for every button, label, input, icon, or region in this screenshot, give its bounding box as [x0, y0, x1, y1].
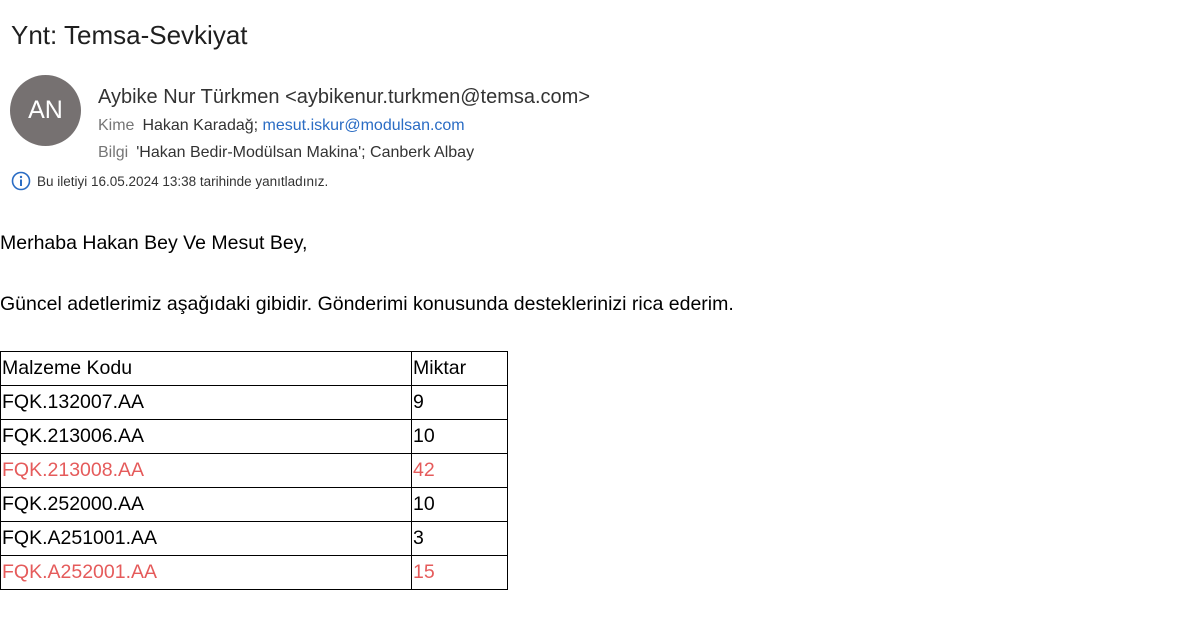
header-material-code: Malzeme Kodu — [0, 351, 412, 386]
material-code-cell: FQK.132007.AA — [0, 385, 412, 420]
email-subject: Ynt: Temsa-Sevkiyat — [11, 20, 248, 50]
table-row: FQK.213006.AA 10 — [0, 419, 508, 454]
material-code-cell: FQK.A251001.AA — [0, 521, 412, 556]
replied-info-text: Bu iletiyi 16.05.2024 13:38 tarihinde ya… — [37, 173, 329, 189]
replied-info-bar: Bu iletiyi 16.05.2024 13:38 tarihinde ya… — [11, 171, 328, 191]
avatar-initials: AN — [28, 96, 63, 124]
header-quantity: Miktar — [411, 351, 508, 386]
info-icon — [11, 171, 31, 191]
material-code-cell: FQK.A252001.AA — [0, 555, 412, 590]
body-paragraph: Güncel adetlerimiz aşağıdaki gibidir. Gö… — [0, 293, 734, 315]
material-code-cell: FQK.213006.AA — [0, 419, 412, 454]
greeting-text: Merhaba Hakan Bey Ve Mesut Bey, — [0, 232, 308, 254]
to-line: Kime Hakan Karadağ; mesut.iskur@modulsan.… — [98, 115, 465, 137]
table-row: FQK.A252001.AA 15 — [0, 555, 508, 590]
cc-line: Bilgi 'Hakan Bedir-Modülsan Makina'; Canb… — [98, 142, 474, 164]
to-label: Kime — [98, 117, 135, 134]
cc-recipients[interactable]: 'Hakan Bedir-Modülsan Makina'; Canberk A… — [136, 144, 474, 161]
quantity-cell: 10 — [411, 419, 508, 454]
avatar[interactable]: AN — [10, 75, 81, 146]
material-code-cell: FQK.252000.AA — [0, 487, 412, 522]
sender-name[interactable]: Aybike Nur Türkmen <aybikenur.turkmen@te… — [98, 84, 590, 110]
quantity-cell: 15 — [411, 555, 508, 590]
to-recipient[interactable]: Hakan Karadağ; — [142, 117, 258, 134]
table-row: FQK.252000.AA 10 — [0, 487, 508, 522]
quantity-cell: 42 — [411, 453, 508, 488]
table-header-row: Malzeme Kodu Miktar — [0, 351, 508, 386]
table-row: FQK.213008.AA 42 — [0, 453, 508, 488]
quantity-cell: 3 — [411, 521, 508, 556]
material-code-cell: FQK.213008.AA — [0, 453, 412, 488]
to-recipient-link[interactable]: mesut.iskur@modulsan.com — [263, 117, 465, 134]
quantity-cell: 10 — [411, 487, 508, 522]
table-row: FQK.A251001.AA 3 — [0, 521, 508, 556]
cc-label: Bilgi — [98, 144, 129, 161]
quantity-cell: 9 — [411, 385, 508, 420]
table-row: FQK.132007.AA 9 — [0, 385, 508, 420]
items-table: Malzeme Kodu Miktar FQK.132007.AA 9 FQK.… — [0, 351, 508, 590]
